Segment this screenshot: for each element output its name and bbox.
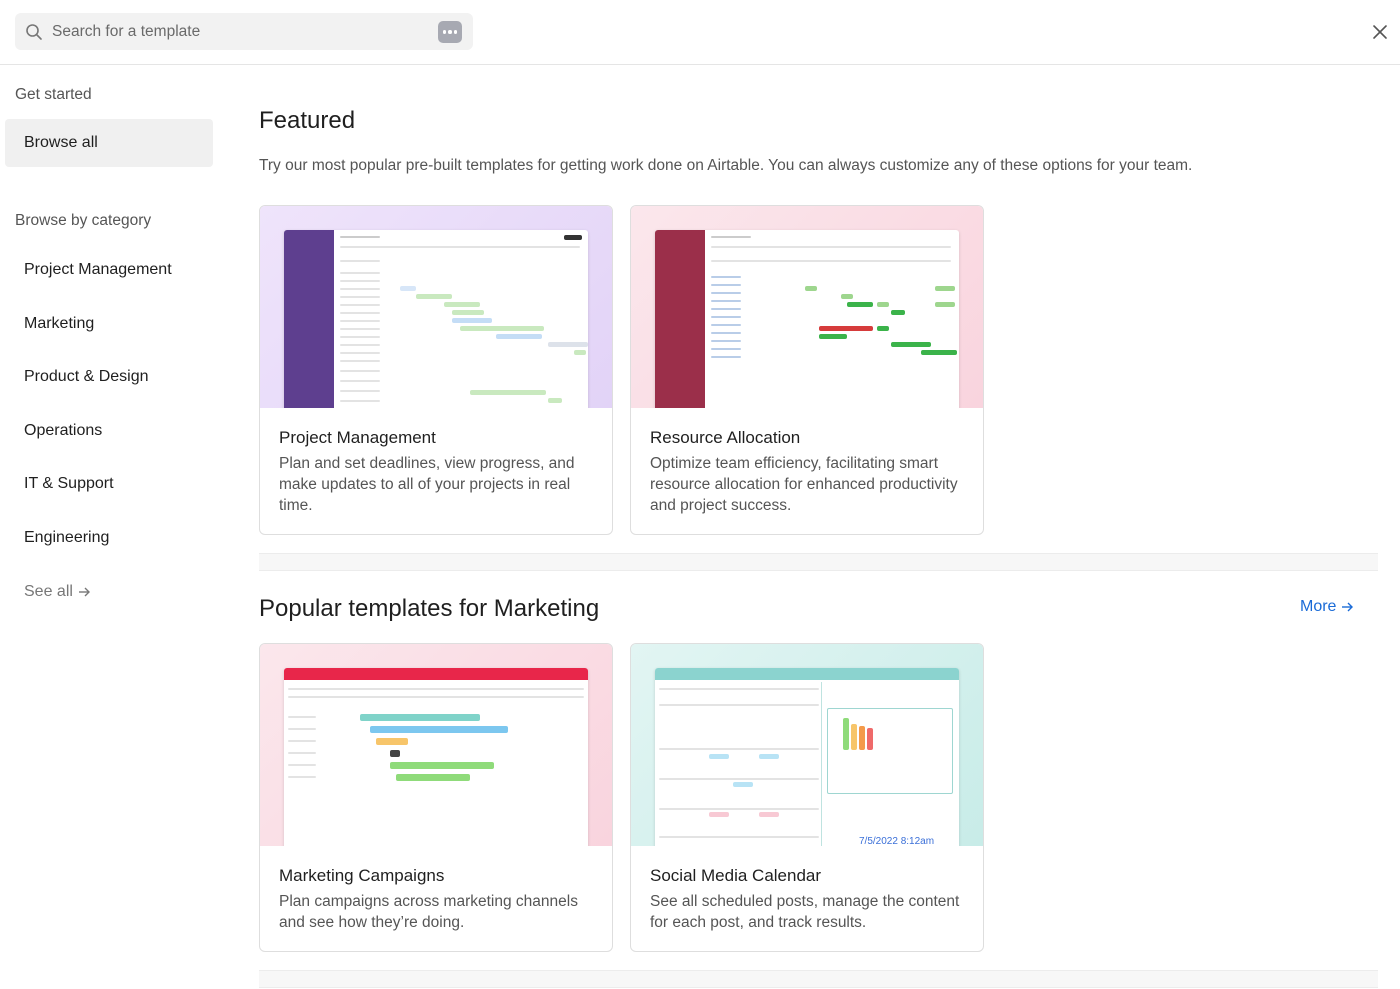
template-preview	[260, 206, 612, 408]
template-card-marketing-campaigns[interactable]: Marketing Campaigns Plan campaigns acros…	[259, 643, 613, 952]
search-placeholder[interactable]: Search for a template	[52, 23, 200, 41]
sidebar-item-project-management[interactable]: Project Management	[24, 261, 172, 279]
sidebar-item-engineering[interactable]: Engineering	[24, 529, 109, 547]
template-preview: 7/5/2022 8:12am	[631, 644, 983, 846]
sidebar-item-marketing[interactable]: Marketing	[24, 315, 94, 333]
get-started-heading: Get started	[15, 86, 92, 103]
card-description: Plan campaigns across marketing channels…	[279, 893, 578, 931]
template-preview	[260, 644, 612, 846]
sidebar-item-browse-all[interactable]: Browse all	[5, 119, 213, 167]
more-dots-icon[interactable]	[438, 21, 462, 43]
sidebar-item-it-support[interactable]: IT & Support	[24, 475, 114, 493]
card-title: Social Media Calendar	[650, 866, 822, 885]
card-title: Resource Allocation	[650, 428, 801, 447]
preview-app-window	[284, 230, 588, 408]
marketing-heading: Popular templates for Marketing	[259, 595, 600, 622]
sidebar-item-product-design[interactable]: Product & Design	[24, 368, 149, 386]
card-title: Project Management	[279, 428, 436, 447]
search-icon	[26, 24, 42, 40]
sidebar: Get started Browse all Browse by categor…	[0, 65, 225, 989]
card-description: Optimize team efficiency, facilitating s…	[650, 455, 958, 514]
template-card-project-management[interactable]: Project Management Plan and set deadline…	[259, 205, 613, 535]
preview-date: 7/5/2022 8:12am	[859, 836, 935, 846]
card-description: See all scheduled posts, manage the cont…	[650, 893, 960, 931]
featured-subtitle: Try our most popular pre-built templates…	[259, 157, 1193, 174]
template-card-resource-allocation[interactable]: Resource Allocation Optimize team effici…	[630, 205, 984, 535]
featured-heading: Featured	[259, 107, 356, 134]
template-card-social-media-calendar[interactable]: 7/5/2022 8:12am Social Media Calendar Se…	[630, 643, 984, 952]
template-preview	[631, 206, 983, 408]
see-all-link[interactable]: See all	[24, 583, 91, 601]
sidebar-item-label: Browse all	[24, 134, 98, 151]
template-search[interactable]: Search for a template	[15, 13, 473, 50]
section-divider	[259, 970, 1378, 988]
card-title: Marketing Campaigns	[279, 866, 445, 885]
arrow-right-icon	[1342, 602, 1354, 612]
more-label: More	[1300, 598, 1337, 615]
preview-app-window	[655, 230, 959, 408]
see-all-label: See all	[24, 583, 73, 600]
sidebar-item-operations[interactable]: Operations	[24, 422, 102, 440]
preview-app-window	[655, 668, 959, 846]
top-bar: Search for a template	[0, 0, 1400, 65]
arrow-right-icon	[78, 587, 90, 597]
section-divider	[259, 553, 1378, 571]
close-icon[interactable]	[1372, 24, 1388, 40]
card-description: Plan and set deadlines, view progress, a…	[279, 455, 575, 514]
more-link[interactable]: More	[1300, 598, 1354, 616]
preview-app-window	[284, 668, 588, 846]
category-heading: Browse by category	[15, 212, 152, 229]
